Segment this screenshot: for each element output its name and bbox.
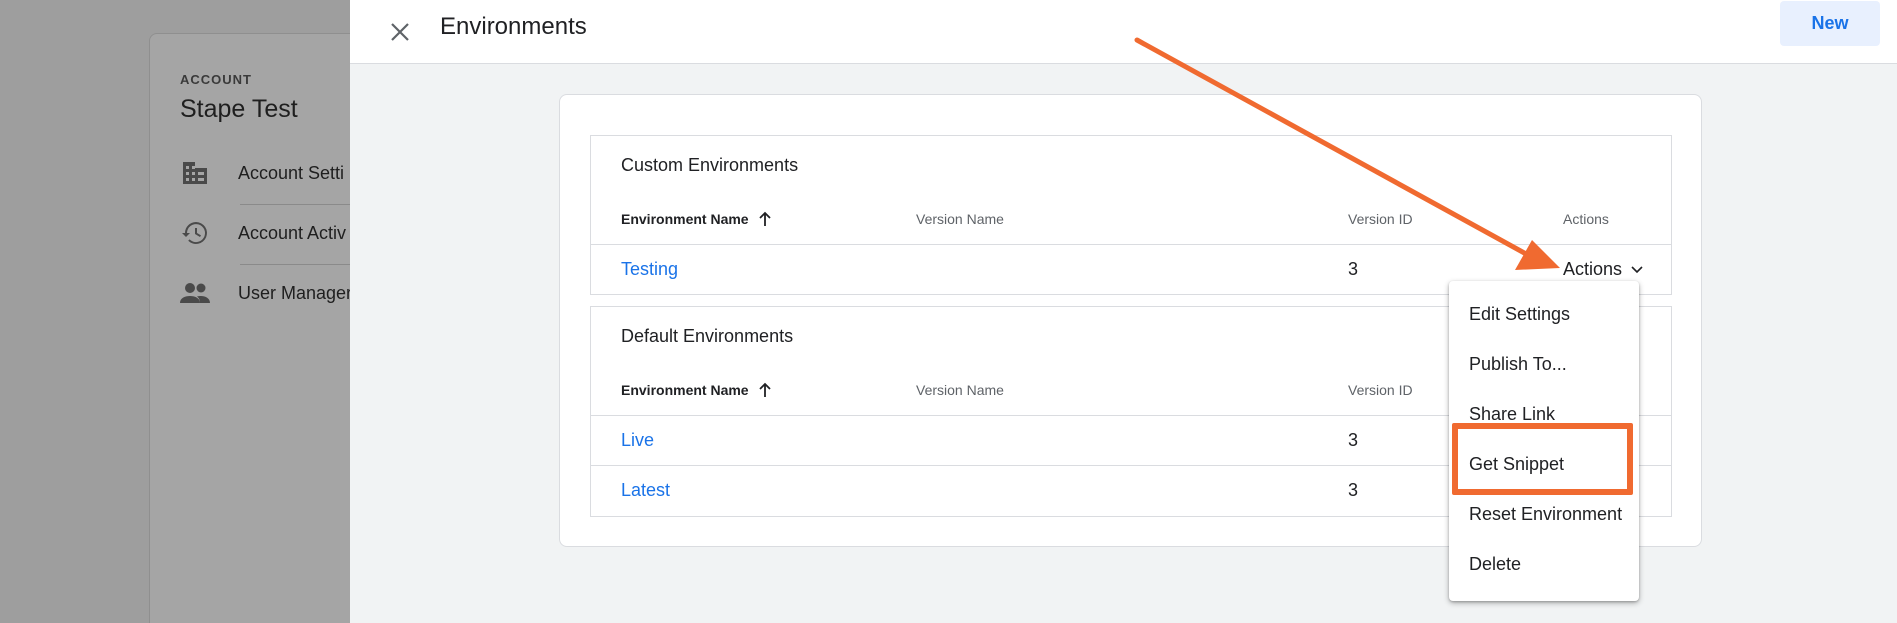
page-title: Environments [440, 13, 587, 40]
sort-arrow-up-icon [758, 211, 771, 226]
actions-dropdown[interactable]: Actions [1563, 259, 1644, 280]
section-title: Custom Environments [621, 155, 799, 175]
nav-label: Account Setti [238, 162, 345, 183]
column-header-environment-name[interactable]: Environment Name [621, 211, 773, 227]
menu-item-reset-environment[interactable]: Reset Environment [1449, 489, 1639, 539]
sort-arrow-up-icon [758, 382, 771, 397]
environments-panel: Environments New Custom Environments Env… [350, 0, 1897, 623]
menu-item-delete[interactable]: Delete [1449, 539, 1639, 589]
menu-item-edit-settings[interactable]: Edit Settings [1449, 289, 1639, 339]
close-icon [391, 23, 409, 41]
nav-label: User Manager [238, 282, 353, 303]
divider [240, 204, 360, 205]
menu-item-get-snippet[interactable]: Get Snippet [1449, 439, 1639, 489]
column-header-version-id: Version ID [1348, 211, 1413, 227]
people-icon [180, 278, 210, 308]
header-label: Environment Name [621, 211, 749, 227]
environment-name-link[interactable]: Testing [621, 259, 678, 280]
column-header-version-id: Version ID [1348, 382, 1413, 398]
chevron-down-icon [1631, 265, 1643, 273]
section-title: Default Environments [621, 326, 794, 346]
column-header-environment-name[interactable]: Environment Name [621, 382, 773, 398]
custom-environments-section: Custom Environments Environment Name Ver… [590, 135, 1672, 295]
close-button[interactable] [380, 12, 420, 52]
column-header-version-name: Version Name [916, 382, 1004, 398]
actions-menu: Edit Settings Publish To... Share Link G… [1449, 281, 1639, 601]
environment-name-link[interactable]: Latest [621, 480, 670, 501]
nav-label: Account Activ [238, 222, 347, 243]
divider [240, 264, 360, 265]
account-name: Stape Test [180, 95, 298, 123]
building-icon [180, 158, 210, 188]
version-id: 3 [1348, 480, 1359, 500]
menu-item-share-link[interactable]: Share Link [1449, 389, 1639, 439]
new-button[interactable]: New [1780, 1, 1880, 46]
version-id: 3 [1348, 259, 1359, 279]
header-label: Environment Name [621, 382, 749, 398]
history-icon [180, 218, 210, 248]
actions-label: Actions [1563, 259, 1623, 279]
account-label: ACCOUNT [180, 72, 252, 87]
column-header-version-name: Version Name [916, 211, 1004, 227]
panel-header: Environments New [350, 0, 1897, 64]
column-header-actions: Actions [1563, 211, 1609, 227]
menu-item-publish-to[interactable]: Publish To... [1449, 339, 1639, 389]
version-id: 3 [1348, 430, 1359, 450]
environment-name-link[interactable]: Live [621, 430, 654, 451]
